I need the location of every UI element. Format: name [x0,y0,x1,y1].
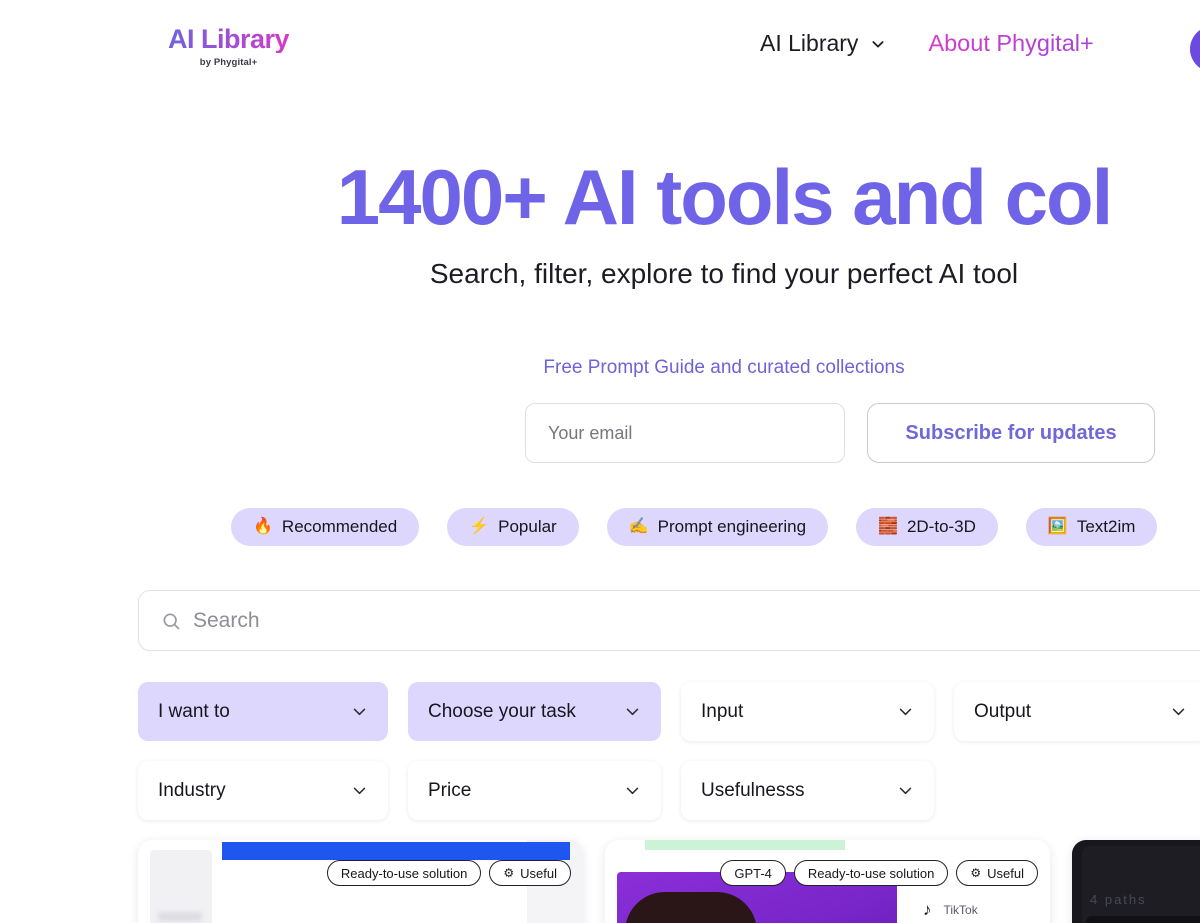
chevron-down-icon [353,708,366,716]
page-root: AI Library by Phygital+ AI Library About… [0,0,1200,923]
logo[interactable]: AI Library by Phygital+ [168,24,290,69]
logo-subtitle: by Phygital+ [199,57,258,68]
gear-icon: ⚙ [503,866,515,880]
brick-icon: 🧱 [878,518,898,535]
search-input[interactable]: Search [138,590,1200,651]
badge-label: Useful [520,865,557,881]
filter-price[interactable]: Price [408,761,661,820]
chevron-down-icon [872,40,884,48]
chevron-down-icon [899,708,912,716]
promo-text: Free Prompt Guide and curated collection… [543,357,905,378]
lightning-icon: ⚡ [469,518,490,535]
filter-usefulness[interactable]: Usefulnesss [681,761,934,820]
tag-pill-popular[interactable]: ⚡ Popular [447,508,579,546]
badge-gpt4[interactable]: GPT-4 [720,860,786,886]
badge-label: GPT-4 [734,865,772,881]
filter-label: Price [428,779,472,801]
card-thumbnail: 4 paths [1072,840,1200,923]
badge-useful[interactable]: ⚙ Useful [489,860,571,886]
tag-pill-label: Recommended [281,517,398,536]
badge-useful[interactable]: ⚙ Useful [956,860,1038,886]
logo-title: AI Library [168,24,290,54]
tool-card[interactable]: Ready-to-use solution ⚙ Useful [138,840,583,923]
tiktok-icon: ♪ [923,900,932,919]
tag-pill-label: Popular [498,517,557,536]
badge-label: Ready-to-use solution [807,865,935,881]
header-cta-button[interactable] [1190,26,1200,72]
filter-choose-your-task[interactable]: Choose your task [408,682,661,741]
filter-row-primary: I want to Choose your task Input Output [138,682,1200,741]
badge-ready-to-use[interactable]: Ready-to-use solution [793,860,949,886]
writing-hand-icon: ✍️ [628,518,649,535]
tag-pill-row: 🔥 Recommended ⚡ Popular ✍️ Prompt engine… [231,508,1158,546]
badge-label: Useful [987,865,1024,881]
tag-pill-prompt-engineering[interactable]: ✍️ Prompt engineering [606,508,829,546]
page-title: 1400+ AI tools and col [336,153,1114,241]
badge-label: Ready-to-use solution [340,865,468,881]
site-header: AI Library by Phygital+ AI Library About… [0,0,1200,100]
tool-card[interactable]: 4 paths DALL-E Mi [1072,840,1200,923]
gear-icon: ⚙ [970,866,982,880]
main-nav: AI Library About Phygital+ [760,30,1094,57]
nav-item-about-phygital[interactable]: About Phygital+ [928,30,1093,57]
subscribe-button[interactable]: Subscribe for updates [867,403,1155,463]
picture-icon: 🖼️ [1047,518,1068,535]
filter-label: Choose your task [428,700,576,722]
filter-label: Input [701,700,744,722]
tag-pill-2d-to-3d[interactable]: 🧱 2D-to-3D [856,508,998,546]
tag-pill-label: 2D-to-3D [906,517,976,536]
filter-label: I want to [158,700,230,722]
chevron-down-icon [899,787,912,795]
tag-pill-label: Prompt engineering [657,517,807,536]
chevron-down-icon [1172,708,1185,716]
filter-label: Output [974,700,1032,722]
chevron-down-icon [626,708,639,716]
filter-input[interactable]: Input [681,682,934,741]
chevron-down-icon [353,787,366,795]
badge-ready-to-use[interactable]: Ready-to-use solution [326,860,482,886]
card-ghost-text: 4 paths [1090,892,1147,907]
tag-pill-label: Text2im [1076,517,1136,536]
filter-label: Industry [158,779,226,801]
card-badges: GPT-4 Ready-to-use solution ⚙ Useful [720,860,1038,886]
card-source-label: TikTok [943,903,978,917]
tag-pill-text2image[interactable]: 🖼️ Text2im [1025,508,1158,546]
search-icon [163,613,180,629]
card-badges: Ready-to-use solution ⚙ Useful [326,860,571,886]
email-field[interactable] [525,403,845,463]
tag-pill-recommended[interactable]: 🔥 Recommended [231,508,420,546]
filter-output[interactable]: Output [954,682,1200,741]
search-placeholder: Search [193,608,260,632]
filter-industry[interactable]: Industry [138,761,388,820]
tool-card[interactable]: ♪ TikTok GPT-4 Ready-to-use solution ⚙ U… [605,840,1050,923]
nav-item-ai-library[interactable]: AI Library [760,30,886,57]
nav-item-label: AI Library [760,30,859,56]
subscribe-form: Subscribe for updates [525,403,1155,463]
filter-i-want-to[interactable]: I want to [138,682,388,741]
tool-card-grid: Ready-to-use solution ⚙ Useful ♪ TikTok [138,840,1200,923]
filter-label: Usefulnesss [701,779,805,801]
card-source: ♪ TikTok [923,900,978,920]
chevron-down-icon [626,787,639,795]
fire-icon: 🔥 [253,518,273,535]
filter-row-secondary: Industry Price Usefulnesss [138,761,934,820]
page-subtitle: Search, filter, explore to find your per… [429,258,1019,289]
